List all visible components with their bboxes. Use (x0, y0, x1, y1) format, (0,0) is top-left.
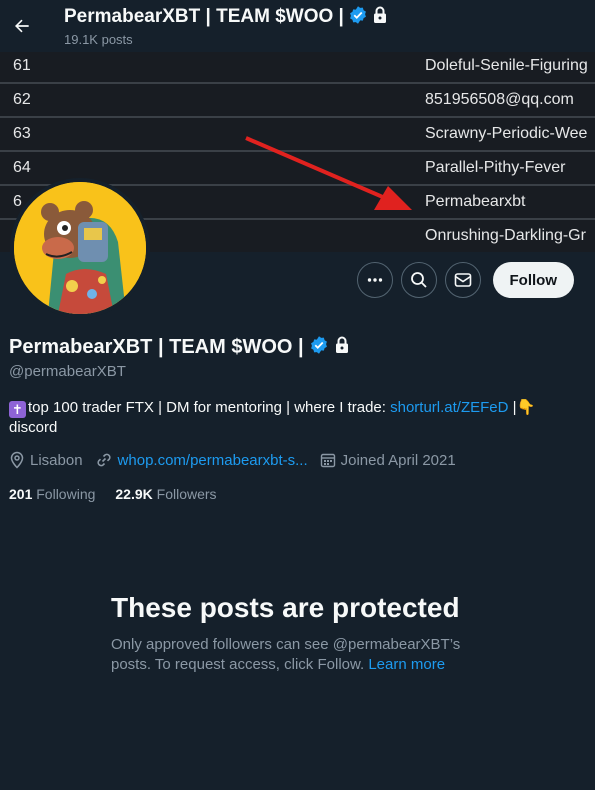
followers-link[interactable]: 22.9K Followers (115, 486, 216, 502)
follow-button[interactable]: Follow (492, 262, 574, 298)
bio-text: top 100 trader FTX | DM for mentoring | … (28, 399, 391, 416)
back-arrow-icon[interactable] (4, 8, 40, 44)
bio: ✝ top 100 trader FTX | DM for mentoring |… (9, 398, 579, 438)
follow-stats: 201 Following 22.9K Followers (9, 486, 579, 502)
join-date: Joined April 2021 (320, 452, 456, 469)
more-options-button[interactable] (356, 262, 393, 298)
search-icon (410, 272, 427, 288)
website: whop.com/permabearxbt-s... (95, 451, 308, 469)
location: Lisabon (9, 451, 83, 469)
top-title-block: PermabearXBT | TEAM $WOO | 19.1K posts (64, 5, 388, 48)
profile-info: PermabearXBT | TEAM $WOO | @permabearXBT… (9, 334, 579, 502)
location-pin-icon (10, 451, 24, 469)
calendar-icon (320, 453, 335, 468)
following-count: 201 (9, 486, 33, 502)
protected-title: These posts are protected (111, 592, 460, 623)
profile-actions: Follow (356, 262, 574, 298)
user-handle: @permabearXBT (9, 363, 126, 380)
location-text: Lisabon (30, 451, 83, 469)
following-label: Following (36, 486, 96, 502)
join-date-text: Joined April 2021 (340, 451, 456, 469)
pointing-down-emoji-icon: 👇 (516, 399, 536, 416)
protected-notice: These posts are protected Only approved … (111, 590, 491, 675)
bio-separator: | (508, 399, 517, 416)
bio-end-text: discord (9, 419, 58, 436)
lock-icon (372, 6, 388, 29)
top-display-name: PermabearXBT | TEAM $WOO | (64, 6, 344, 27)
lock-icon (334, 336, 350, 359)
verified-badge-icon (348, 5, 368, 30)
website-link[interactable]: whop.com/permabearxbt-s... (118, 452, 308, 469)
envelope-icon (454, 273, 471, 287)
profile-meta: Lisabon whop.com/permabearxbt-s... Joine… (9, 451, 579, 469)
message-button[interactable] (444, 262, 481, 298)
followers-count: 22.9K (115, 486, 153, 502)
posts-count: 19.1K posts (64, 31, 133, 47)
followers-label: Followers (156, 486, 217, 502)
avatar[interactable] (10, 178, 150, 318)
following-link[interactable]: 201 Following (9, 486, 95, 502)
search-button[interactable] (400, 262, 437, 298)
top-bar: PermabearXBT | TEAM $WOO | 19.1K posts (0, 0, 595, 52)
latin-cross-emoji-icon: ✝ (9, 401, 26, 418)
learn-more-link[interactable]: Learn more (368, 656, 445, 673)
protected-description: Only approved followers can see @permabe… (111, 635, 491, 675)
more-dots-icon (367, 278, 382, 282)
link-icon (96, 453, 111, 467)
verified-badge-icon (309, 335, 329, 360)
display-name: PermabearXBT | TEAM $WOO | (9, 336, 304, 358)
bio-link[interactable]: shorturl.at/ZEFeD (390, 399, 508, 416)
